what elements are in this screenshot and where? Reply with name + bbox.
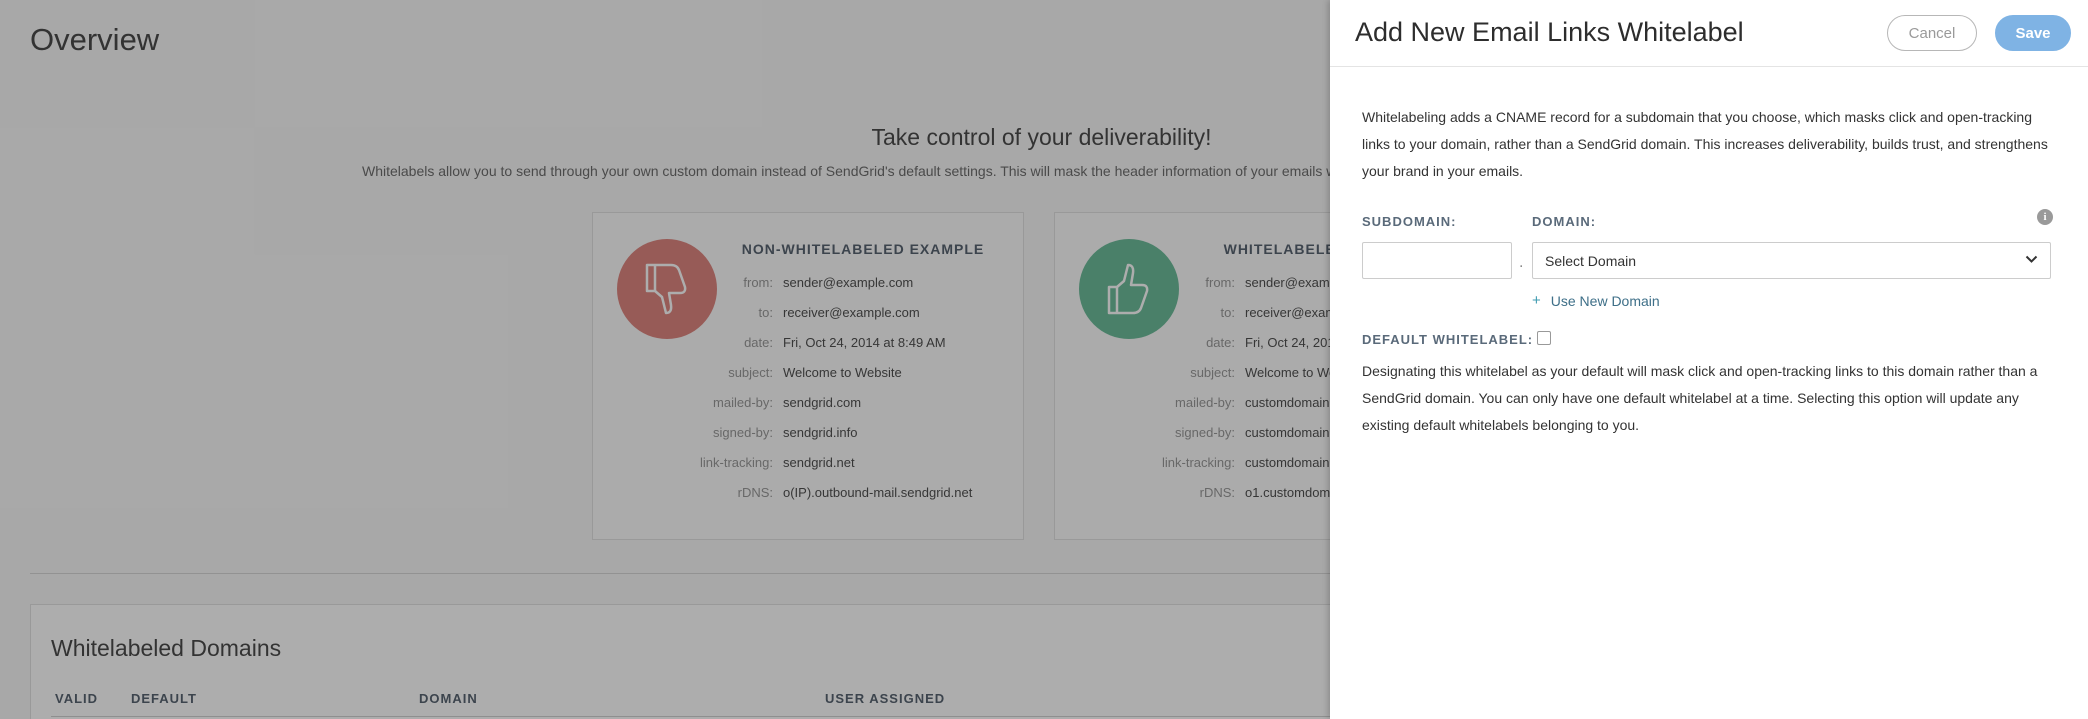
use-new-domain-link[interactable]: + Use New Domain: [1532, 292, 1660, 309]
intro-text: Whitelabeling adds a CNAME record for a …: [1362, 109, 2048, 179]
domain-separator: .: [1519, 254, 1524, 271]
default-whitelabel-checkbox[interactable]: [1537, 331, 1551, 345]
default-whitelabel-label: DEFAULT WHITELABEL:: [1362, 332, 1534, 347]
default-whitelabel-description: Designating this whitelabel as your defa…: [1362, 363, 2038, 433]
use-new-domain-label: Use New Domain: [1550, 292, 1660, 309]
plus-icon: +: [1532, 292, 1541, 309]
subdomain-input[interactable]: [1362, 242, 1512, 279]
domain-label: DOMAIN:: [1532, 214, 1597, 229]
save-button[interactable]: Save: [1995, 15, 2071, 51]
domain-select[interactable]: Select Domain: [1532, 242, 2051, 279]
add-email-links-whitelabel-drawer: Add New Email Links Whitelabel Cancel Sa…: [1330, 0, 2088, 719]
subdomain-label: SUBDOMAIN:: [1362, 214, 1457, 229]
header-divider: [1330, 66, 2088, 67]
domain-select-value: Select Domain: [1545, 252, 1637, 269]
drawer-header: Add New Email Links Whitelabel Cancel Sa…: [1330, 0, 2088, 66]
info-icon[interactable]: i: [2037, 209, 2053, 225]
drawer-title: Add New Email Links Whitelabel: [1355, 17, 1744, 47]
chevron-down-icon: [2025, 255, 2038, 263]
cancel-button[interactable]: Cancel: [1887, 15, 1977, 51]
